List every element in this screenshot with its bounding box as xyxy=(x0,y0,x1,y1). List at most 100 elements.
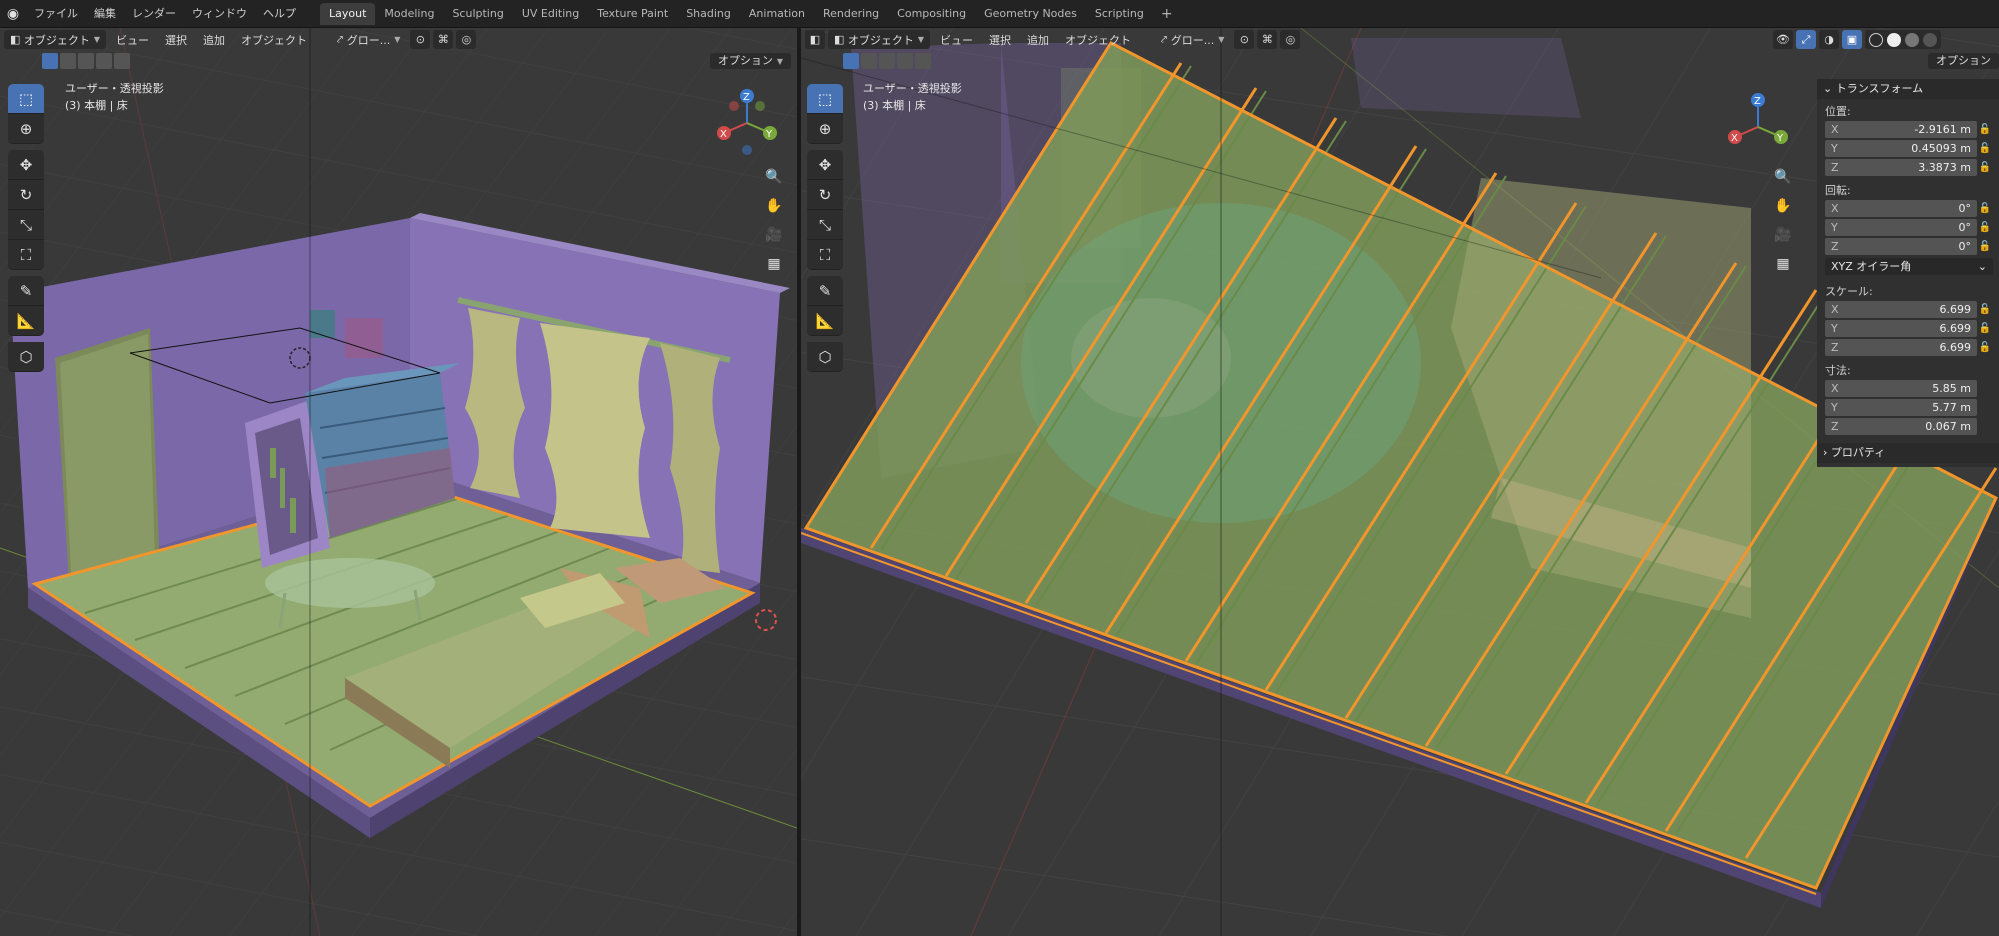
lock-icon[interactable]: 🔓 xyxy=(1977,304,1993,315)
dimensions-x-field[interactable]: X 5.85 m xyxy=(1825,380,1977,397)
scale-y-field[interactable]: Y 6.699 xyxy=(1825,320,1977,337)
right-navigation-gizmo[interactable]: Z X Y xyxy=(1723,92,1793,162)
pivot-icon[interactable]: ⊙ xyxy=(1234,30,1255,49)
menu-window[interactable]: ウィンドウ xyxy=(184,0,255,28)
tab-rendering[interactable]: Rendering xyxy=(814,3,888,25)
pan-hand-icon[interactable]: ✋ xyxy=(761,193,787,219)
proportional-edit-icon[interactable]: ◎ xyxy=(456,30,477,49)
tab-animation[interactable]: Animation xyxy=(740,3,814,25)
tab-shading[interactable]: Shading xyxy=(677,3,740,25)
proportional-edit-icon[interactable]: ◎ xyxy=(1280,30,1301,49)
snap-icon[interactable]: ⌘ xyxy=(433,30,454,49)
scale-z-field[interactable]: Z 6.699 xyxy=(1825,339,1977,356)
scale-icon[interactable]: ⤡ xyxy=(807,210,843,240)
properties-panel-header[interactable]: › プロパティ xyxy=(1817,443,1999,463)
add-workspace-button[interactable]: + xyxy=(1153,6,1181,22)
menu-edit[interactable]: 編集 xyxy=(86,0,124,28)
zoom-icon[interactable]: 🔍 xyxy=(761,164,787,190)
select-new-icon[interactable] xyxy=(843,53,859,69)
tab-modeling[interactable]: Modeling xyxy=(375,3,443,25)
scale-icon[interactable]: ⤡ xyxy=(8,210,44,240)
left-options-button[interactable]: オプション ▼ xyxy=(709,53,791,69)
wireframe-shading-icon[interactable] xyxy=(1869,32,1883,47)
annotate-icon[interactable]: ✎ xyxy=(807,276,843,306)
left-menu-object[interactable]: オブジェクト xyxy=(235,30,313,49)
transform-icon[interactable]: ⛶ xyxy=(807,240,843,270)
transform-icon[interactable]: ⛶ xyxy=(8,240,44,270)
tab-scripting[interactable]: Scripting xyxy=(1086,3,1153,25)
editor-type-icon[interactable]: ◧ xyxy=(805,30,825,49)
select-intersect-icon[interactable] xyxy=(915,53,931,69)
lock-icon[interactable]: 🔓 xyxy=(1977,241,1993,252)
rotate-icon[interactable]: ↻ xyxy=(807,180,843,210)
rotate-icon[interactable]: ↻ xyxy=(8,180,44,210)
blender-logo-icon[interactable]: ◉ xyxy=(0,0,26,28)
move-icon[interactable]: ✥ xyxy=(807,150,843,180)
zoom-icon[interactable]: 🔍 xyxy=(1770,164,1796,190)
lock-icon[interactable]: 🔓 xyxy=(1977,143,1993,154)
pivot-icon[interactable]: ⊙ xyxy=(410,30,431,49)
measure-icon[interactable]: 📐 xyxy=(807,306,843,336)
lock-icon[interactable]: 🔓 xyxy=(1977,162,1993,173)
left-menu-view[interactable]: ビュー xyxy=(110,30,155,49)
overlay-icon[interactable]: ◑ xyxy=(1819,30,1839,49)
camera-icon[interactable]: 🎥 xyxy=(1770,222,1796,248)
left-transform-orientation[interactable]: ⤤ グロー... ▼ xyxy=(331,30,406,49)
dimensions-z-field[interactable]: Z 0.067 m xyxy=(1825,418,1977,435)
select-invert-icon[interactable] xyxy=(897,53,913,69)
select-subtract-icon[interactable] xyxy=(78,53,94,69)
select-box-icon[interactable]: ⬚ xyxy=(8,84,44,114)
dimensions-y-field[interactable]: Y 5.77 m xyxy=(1825,399,1977,416)
transform-panel-header[interactable]: ⌄ トランスフォーム xyxy=(1817,79,1999,99)
select-box-icon[interactable]: ⬚ xyxy=(807,84,843,114)
tab-compositing[interactable]: Compositing xyxy=(888,3,975,25)
menu-render[interactable]: レンダー xyxy=(124,0,184,28)
move-icon[interactable]: ✥ xyxy=(8,150,44,180)
rotation-z-field[interactable]: Z 0° xyxy=(1825,238,1977,255)
select-invert-icon[interactable] xyxy=(96,53,112,69)
gizmo-toggle-icon[interactable]: ⤢ xyxy=(1796,30,1816,49)
tab-texture-paint[interactable]: Texture Paint xyxy=(588,3,677,25)
rendered-shading-icon[interactable] xyxy=(1923,32,1937,47)
xray-icon[interactable]: ▣ xyxy=(1842,30,1862,49)
select-extend-icon[interactable] xyxy=(60,53,76,69)
location-y-field[interactable]: Y 0.45093 m xyxy=(1825,140,1977,157)
cursor-icon[interactable]: ⊕ xyxy=(807,114,843,144)
tab-uv-editing[interactable]: UV Editing xyxy=(513,3,588,25)
menu-file[interactable]: ファイル xyxy=(26,0,86,28)
right-transform-orientation[interactable]: ⤤ グロー... ▼ xyxy=(1155,30,1230,49)
right-menu-select[interactable]: 選択 xyxy=(983,30,1017,49)
right-menu-object[interactable]: オブジェクト xyxy=(1059,30,1137,49)
ortho-grid-icon[interactable]: ▦ xyxy=(761,251,787,277)
select-subtract-icon[interactable] xyxy=(879,53,895,69)
rotation-y-field[interactable]: Y 0° xyxy=(1825,219,1977,236)
select-new-icon[interactable] xyxy=(42,53,58,69)
tab-layout[interactable]: Layout xyxy=(320,2,376,25)
location-x-field[interactable]: X -2.9161 m xyxy=(1825,121,1977,138)
right-menu-view[interactable]: ビュー xyxy=(934,30,979,49)
cursor-icon[interactable]: ⊕ xyxy=(8,114,44,144)
lock-icon[interactable]: 🔓 xyxy=(1977,222,1993,233)
left-navigation-gizmo[interactable]: Z X Y xyxy=(712,88,782,158)
lock-icon[interactable]: 🔓 xyxy=(1977,323,1993,334)
left-menu-add[interactable]: 追加 xyxy=(197,30,231,49)
rotation-x-field[interactable]: X 0° xyxy=(1825,200,1977,217)
tab-geometry-nodes[interactable]: Geometry Nodes xyxy=(975,3,1086,25)
select-extend-icon[interactable] xyxy=(861,53,877,69)
left-mode-select[interactable]: ◧ オブジェクト ▼ xyxy=(4,30,107,49)
left-menu-select[interactable]: 選択 xyxy=(159,30,193,49)
visibility-icon[interactable]: 👁 xyxy=(1773,30,1793,49)
right-mode-select[interactable]: ◧ オブジェクト ▼ xyxy=(828,30,931,49)
location-z-field[interactable]: Z 3.3873 m xyxy=(1825,159,1977,176)
select-intersect-icon[interactable] xyxy=(114,53,130,69)
left-viewport[interactable]: ◧ オブジェクト ▼ ビュー 選択 追加 オブジェクト ⤤ グロー... ▼ ⊙ ⌘… xyxy=(0,28,797,936)
material-shading-icon[interactable] xyxy=(1905,32,1919,47)
lock-icon[interactable]: 🔓 xyxy=(1977,203,1993,214)
tab-sculpting[interactable]: Sculpting xyxy=(443,3,512,25)
snap-icon[interactable]: ⌘ xyxy=(1257,30,1278,49)
camera-icon[interactable]: 🎥 xyxy=(761,222,787,248)
rotation-mode-select[interactable]: XYZ オイラー角 ⌄ xyxy=(1825,258,1993,275)
measure-icon[interactable]: 📐 xyxy=(8,306,44,336)
add-cube-icon[interactable]: ⬡ xyxy=(8,342,44,372)
lock-icon[interactable]: 🔓 xyxy=(1977,124,1993,135)
